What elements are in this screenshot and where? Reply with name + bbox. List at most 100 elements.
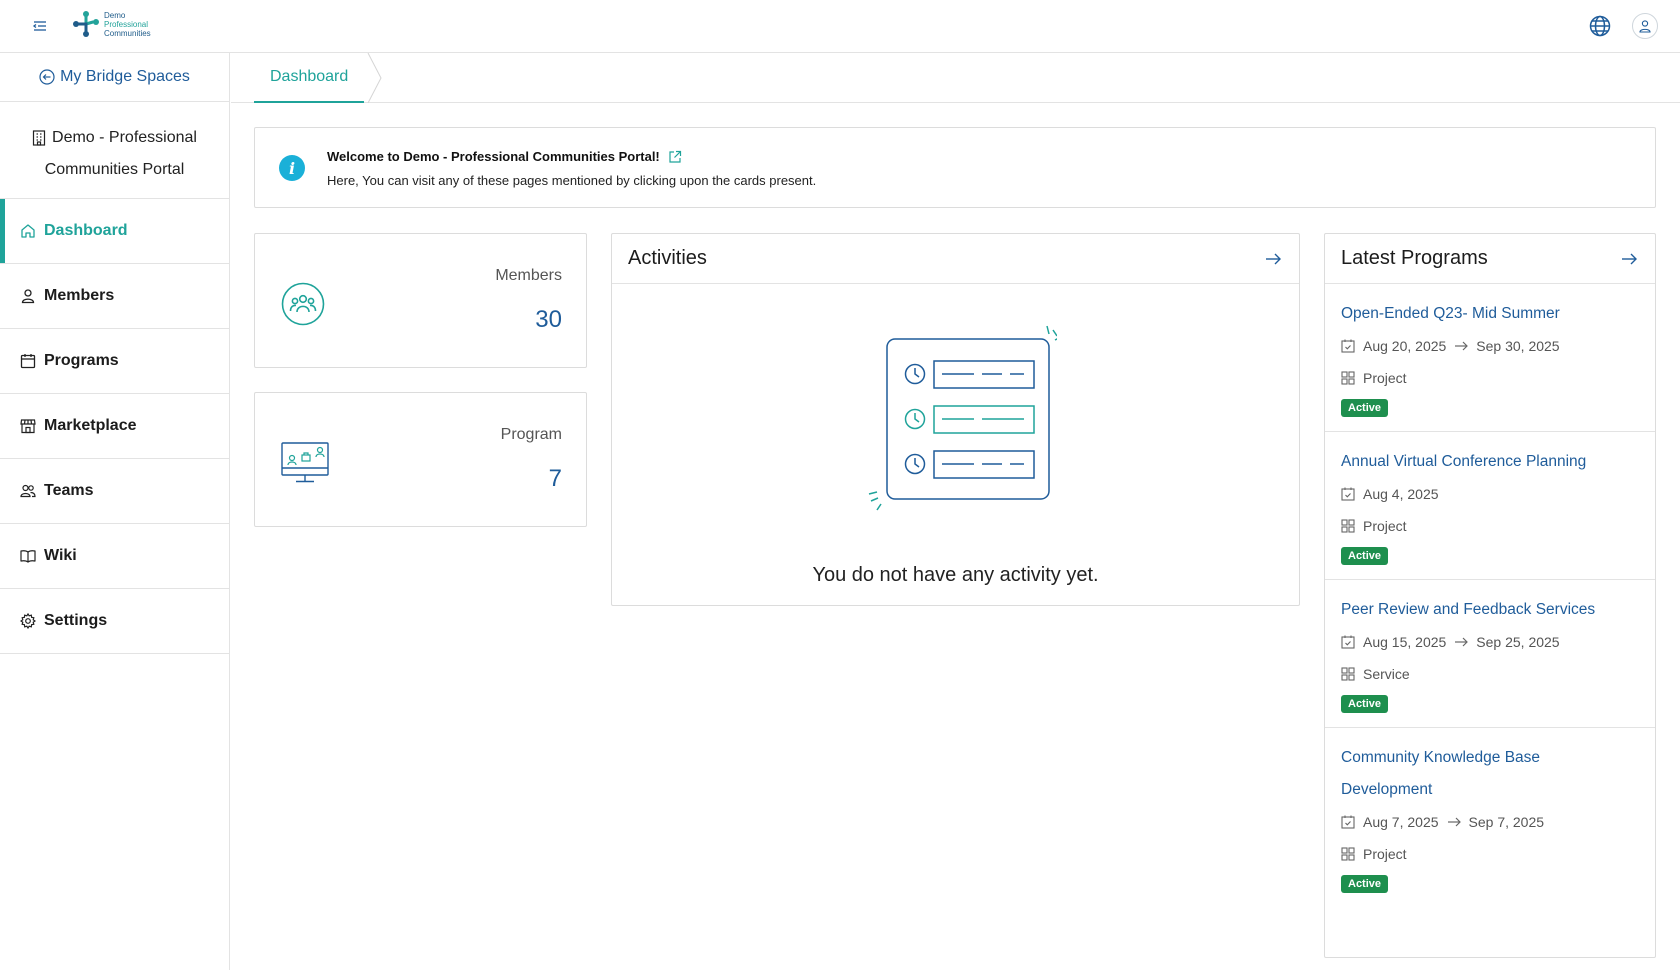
program-monitor-icon (281, 442, 329, 483)
arrow-right-icon (1455, 341, 1469, 351)
sidebar-item-label: Members (44, 287, 115, 304)
sidebar-item-teams[interactable]: Teams (0, 459, 229, 524)
status-badge: Active (1341, 875, 1389, 893)
program-start-date: Aug 20, 2025 (1363, 338, 1447, 354)
external-link-icon[interactable] (668, 150, 682, 164)
members-label: Members (495, 267, 562, 284)
program-stat-card[interactable]: Program 7 (254, 392, 587, 527)
building-icon (32, 130, 46, 146)
sidebar-item-label: Settings (44, 612, 108, 629)
org-name-line-1: Demo - Professional (52, 129, 197, 146)
welcome-title-row: Welcome to Demo - Professional Communiti… (327, 149, 682, 164)
program-title-link[interactable]: Peer Review and Feedback Services (1341, 594, 1639, 626)
gear-icon (20, 613, 36, 629)
sidebar-item-label: Dashboard (44, 222, 128, 239)
members-count: 30 (535, 306, 562, 333)
program-start-date: Aug 4, 2025 (1363, 486, 1439, 502)
program-label: Program (500, 426, 562, 443)
welcome-title: Welcome to Demo - Professional Communiti… (327, 149, 660, 164)
user-icon (21, 289, 35, 304)
logo-line-1: Demo (104, 10, 126, 20)
members-stat-card[interactable]: Members 30 (254, 233, 587, 368)
program-card: Community Knowledge Base Development Aug… (1325, 728, 1655, 907)
arrow-right-icon (1455, 637, 1469, 647)
activities-title: Activities (628, 247, 707, 269)
home-icon (21, 224, 35, 238)
program-type-label: Project (1363, 370, 1407, 386)
program-type: Project (1341, 510, 1639, 542)
program-start-date: Aug 15, 2025 (1363, 634, 1447, 650)
tab-dashboard[interactable]: Dashboard (254, 53, 365, 103)
status-badge: Active (1341, 695, 1389, 713)
sidebar-item-label: Teams (44, 482, 94, 499)
program-title-link[interactable]: Open-Ended Q23- Mid Summer (1341, 298, 1639, 330)
user-icon (1639, 20, 1651, 33)
activities-panel: Activities You do not have any activity … (611, 233, 1300, 606)
latest-programs-header: Latest Programs (1325, 234, 1655, 284)
calendar-check-icon (1341, 487, 1355, 501)
logo-mark-icon (73, 11, 99, 37)
program-type-label: Project (1363, 518, 1407, 534)
latest-programs-arrow-right-icon[interactable] (1619, 249, 1639, 269)
grid-icon (1341, 667, 1355, 681)
grid-icon (1341, 371, 1355, 385)
program-type: Service (1341, 658, 1639, 690)
sidebar-item-dashboard[interactable]: Dashboard (0, 199, 229, 264)
grid-icon (1341, 847, 1355, 861)
program-start-date: Aug 7, 2025 (1363, 814, 1439, 830)
activities-header: Activities (612, 234, 1299, 284)
grid-icon (1341, 519, 1355, 533)
user-menu-button[interactable] (1632, 13, 1658, 39)
org-name: Demo - Professional Communities Portal (0, 102, 229, 199)
book-icon (20, 550, 36, 563)
store-icon (20, 419, 36, 434)
logo[interactable]: Demo Professional Communities (70, 8, 151, 40)
calendar-check-icon (1341, 635, 1355, 649)
activities-empty-message: You do not have any activity yet. (812, 564, 1099, 586)
logo-line-2: Professional (104, 19, 149, 29)
sidebar-item-wiki[interactable]: Wiki (0, 524, 229, 589)
program-card: Peer Review and Feedback Services Aug 15… (1325, 580, 1655, 728)
calendar-icon (20, 354, 36, 369)
menu-toggle-icon[interactable] (30, 16, 50, 36)
program-title-link[interactable]: Community Knowledge Base Development (1341, 742, 1571, 806)
program-type-label: Service (1363, 666, 1410, 682)
program-end-date: Sep 30, 2025 (1476, 338, 1560, 354)
program-dates: Aug 4, 2025 (1341, 478, 1639, 510)
program-card: Open-Ended Q23- Mid Summer Aug 20, 2025 … (1325, 284, 1655, 432)
program-end-date: Sep 7, 2025 (1468, 814, 1545, 830)
program-end-date: Sep 25, 2025 (1476, 634, 1560, 650)
program-card: Annual Virtual Conference Planning Aug 4… (1325, 432, 1655, 580)
sidebar-item-members[interactable]: Members (0, 264, 229, 329)
latest-programs-title: Latest Programs (1341, 247, 1488, 269)
activities-arrow-right-icon[interactable] (1263, 249, 1283, 269)
sidebar-item-programs[interactable]: Programs (0, 329, 229, 394)
back-to-bridge-spaces-link[interactable]: My Bridge Spaces (0, 53, 229, 102)
members-group-icon (281, 282, 325, 326)
sidebar-item-settings[interactable]: Settings (0, 589, 229, 654)
back-link-label: My Bridge Spaces (60, 68, 190, 85)
program-type-label: Project (1363, 846, 1407, 862)
sidebar-item-label: Marketplace (44, 417, 137, 434)
arrow-right-icon (1447, 817, 1461, 827)
logo-line-3: Communities (104, 28, 151, 38)
logo-text: Demo Professional Communities (104, 11, 151, 38)
program-type: Project (1341, 838, 1639, 870)
welcome-description: Here, You can visit any of these pages m… (327, 173, 817, 188)
globe-icon[interactable] (1588, 14, 1612, 38)
sidebar-item-label: Programs (44, 352, 119, 369)
breadcrumb-separator-icon (367, 53, 382, 103)
org-name-line-2: Communities Portal (44, 161, 185, 178)
sidebar-item-marketplace[interactable]: Marketplace (0, 394, 229, 459)
status-badge: Active (1341, 547, 1389, 565)
program-title-link[interactable]: Annual Virtual Conference Planning (1341, 446, 1639, 478)
program-count: 7 (548, 465, 562, 492)
breadcrumb-tabs: Dashboard (231, 53, 1680, 103)
empty-activities-illustration (868, 325, 1057, 511)
calendar-check-icon (1341, 339, 1355, 353)
latest-programs-panel: Latest Programs Open-Ended Q23- Mid Summ… (1324, 233, 1656, 958)
info-icon: i (279, 155, 305, 181)
program-dates: Aug 7, 2025 Sep 7, 2025 (1341, 806, 1639, 838)
sidebar: My Bridge Spaces Demo - Professional Com… (0, 53, 230, 970)
program-dates: Aug 15, 2025 Sep 25, 2025 (1341, 626, 1639, 658)
